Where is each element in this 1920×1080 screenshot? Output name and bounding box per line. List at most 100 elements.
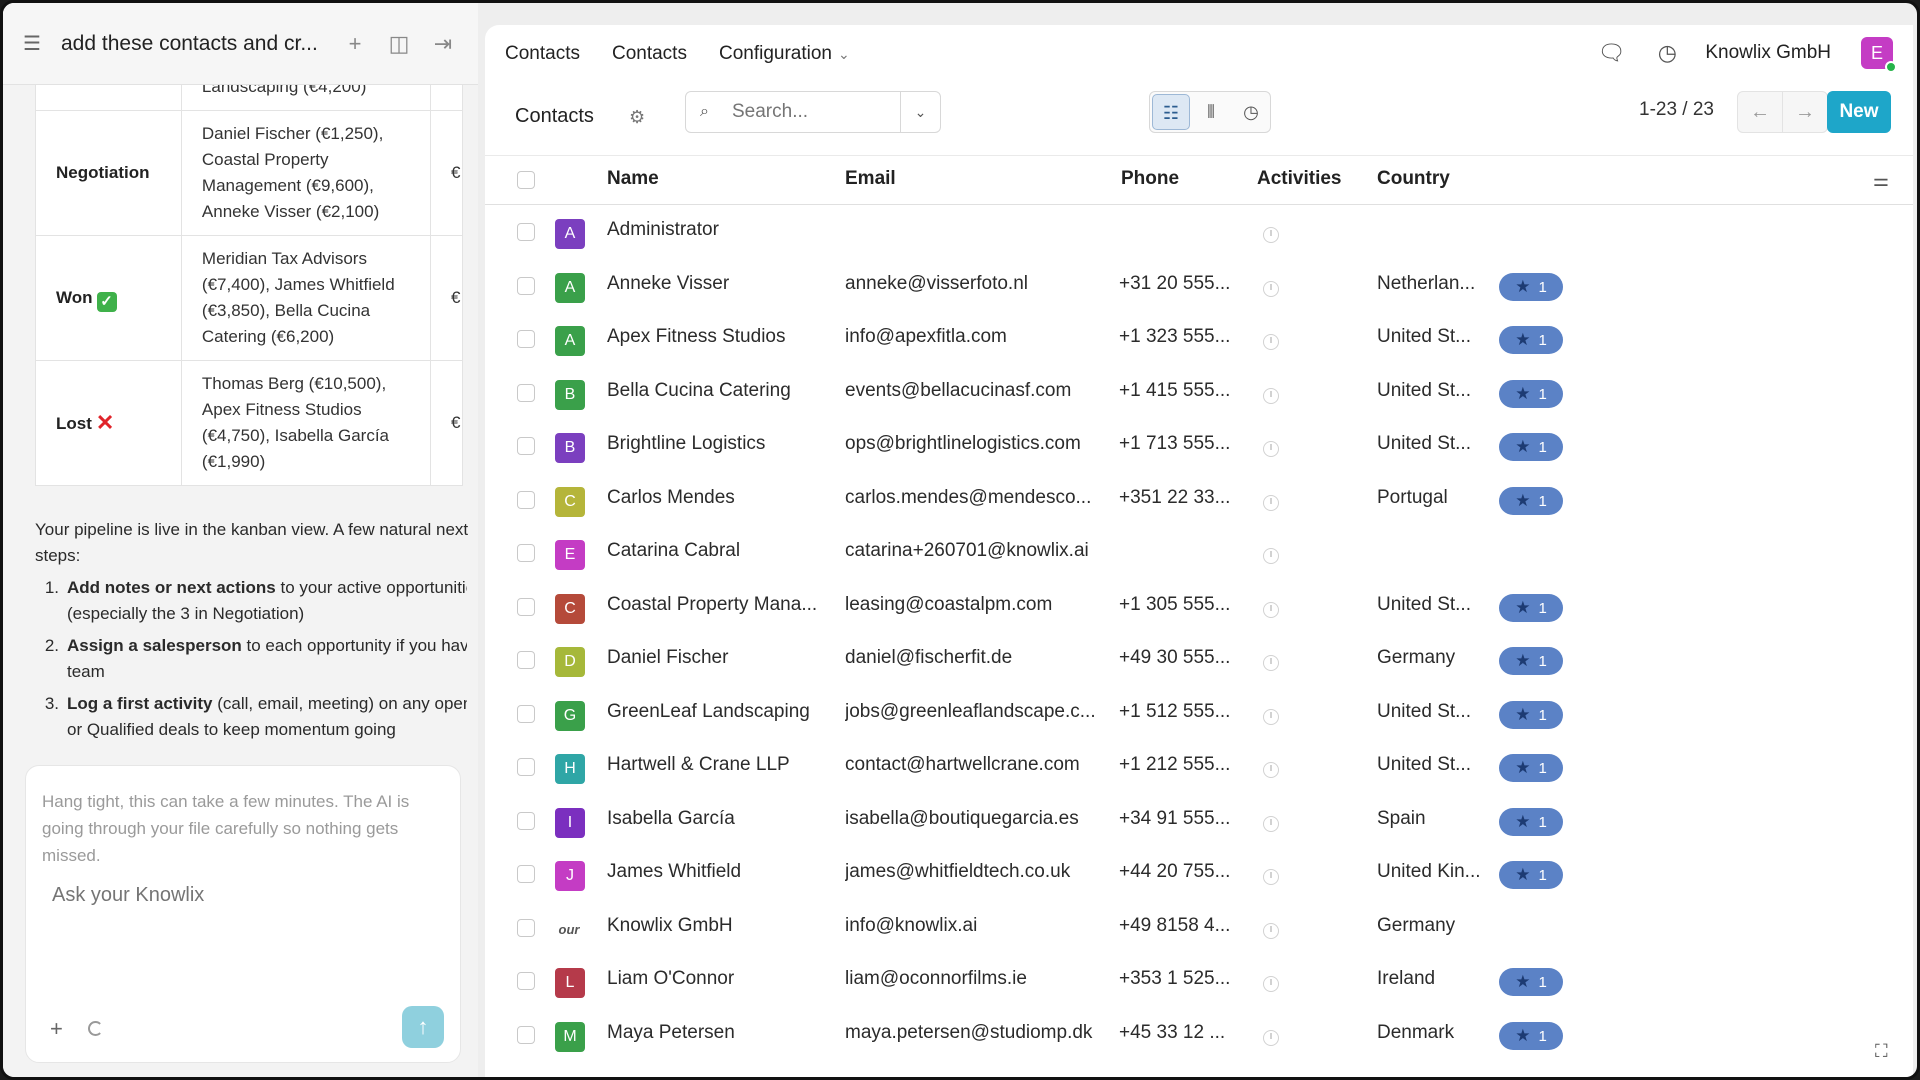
nav-app-contacts[interactable]: Contacts — [505, 43, 580, 65]
row-checkbox[interactable] — [517, 811, 535, 830]
pager-value[interactable]: 1-23 / 23 — [1639, 99, 1714, 121]
activity-clock-icon[interactable] — [1263, 601, 1279, 618]
opportunity-count: 1 — [1538, 867, 1547, 884]
row-checkbox[interactable] — [517, 758, 535, 776]
activity-clock-icon[interactable] — [1263, 280, 1279, 297]
activity-view-icon[interactable]: ◷ — [1232, 94, 1270, 130]
column-header-email[interactable]: Email — [845, 168, 896, 190]
contact-avatar: A — [555, 272, 585, 303]
activity-clock-icon[interactable] — [1263, 227, 1279, 243]
row-checkbox[interactable] — [517, 383, 535, 402]
chat-bubbles-icon[interactable]: 🗨 — [1597, 39, 1625, 67]
column-settings-icon[interactable]: ⚌ — [1873, 170, 1889, 191]
nav-configuration[interactable]: Configuration ⌄ — [719, 43, 850, 65]
opportunity-badge[interactable]: ★ 1 — [1499, 754, 1563, 782]
activity-clock-icon[interactable] — [1263, 334, 1279, 350]
table-row[interactable]: B Brightline Logistics ops@brightlinelogis… — [485, 419, 1913, 473]
list-view-icon[interactable]: ☷ — [1152, 94, 1190, 130]
row-checkbox[interactable] — [517, 544, 535, 562]
column-header-phone[interactable]: Phone — [1121, 168, 1179, 190]
row-checkbox[interactable] — [517, 330, 535, 348]
table-row[interactable]: B Bella Cucina Catering events@bellacucina… — [485, 366, 1913, 420]
arrow-left-icon[interactable]: ← — [1737, 91, 1783, 133]
activity-clock-icon[interactable] — [1263, 1029, 1279, 1046]
row-checkbox[interactable] — [517, 597, 535, 616]
table-row[interactable]: C Carlos Mendes carlos.mendes@mendesco... +… — [485, 473, 1913, 527]
activity-clock-icon[interactable] — [1263, 976, 1279, 992]
gear-icon[interactable]: ⚙ — [629, 107, 645, 128]
table-row[interactable]: A Apex Fitness Studios info@apexfitla.com +… — [485, 312, 1913, 366]
opportunity-badge[interactable]: ★ 1 — [1499, 968, 1563, 996]
activity-clock-icon[interactable] — [1263, 762, 1279, 778]
table-row[interactable]: G GreenLeaf Landscaping jobs@greenleafland… — [485, 687, 1913, 741]
row-checkbox[interactable] — [517, 972, 535, 990]
company-switcher[interactable]: Knowlix GmbH — [1705, 42, 1831, 64]
list-icon[interactable]: ☰ — [23, 32, 47, 56]
star-icon: ★ — [1515, 490, 1531, 510]
table-row[interactable]: J James Whitfield james@whitfieldtech.co.u… — [485, 847, 1913, 901]
table-row[interactable]: A Administrator — [485, 205, 1913, 259]
avatar[interactable]: E — [1861, 37, 1897, 73]
pipeline-deals: Daniel Fischer (€1,250), Coastal Propert… — [180, 110, 432, 236]
list-item: 3. Log a first activity (call, email, me… — [35, 691, 475, 743]
opportunity-badge[interactable]: ★ 1 — [1499, 272, 1563, 301]
send-button[interactable]: ↑ — [402, 1006, 444, 1048]
row-checkbox[interactable] — [517, 490, 535, 509]
activity-clock-icon[interactable] — [1263, 441, 1279, 457]
opportunity-badge[interactable]: ★ 1 — [1499, 433, 1563, 461]
column-header-activities[interactable]: Activities — [1257, 168, 1341, 190]
search-input[interactable] — [732, 101, 892, 123]
table-row[interactable]: C Coastal Property Mana... leasing@coastal… — [485, 580, 1913, 634]
opportunity-badge[interactable]: ★ 1 — [1499, 807, 1563, 836]
opportunity-badge[interactable]: ★ 1 — [1499, 1021, 1563, 1050]
star-icon: ★ — [1515, 276, 1531, 296]
row-checkbox[interactable] — [517, 276, 535, 295]
plus-icon[interactable]: + — [340, 29, 370, 59]
table-row[interactable]: D Daniel Fischer daniel@fischerfit.de +49 3… — [485, 633, 1913, 687]
activity-clock-icon[interactable] — [1263, 494, 1279, 511]
activity-clock-icon[interactable] — [1263, 387, 1279, 404]
search-options-chevron-icon[interactable]: ⌄ — [900, 92, 940, 132]
row-checkbox[interactable] — [517, 437, 535, 455]
activity-clock-icon[interactable] — [1263, 708, 1279, 725]
attach-plus-icon[interactable]: + — [50, 1016, 63, 1042]
kanban-view-icon[interactable]: ⫴ — [1192, 94, 1230, 130]
collapse-icon[interactable]: ⇥ — [428, 29, 458, 59]
table-row[interactable]: our Knowlix GmbH info@knowlix.ai +49 8158 4… — [485, 901, 1913, 955]
activity-clock-icon[interactable] — [1263, 655, 1279, 671]
opportunity-badge[interactable]: ★ 1 — [1499, 593, 1563, 622]
clock-icon[interactable]: ◷ — [1653, 39, 1681, 67]
activity-clock-icon[interactable] — [1263, 548, 1279, 564]
table-row[interactable]: E Catarina Cabral catarina+260701@knowlix.… — [485, 526, 1913, 580]
row-checkbox[interactable] — [517, 865, 535, 883]
opportunity-badge[interactable]: ★ 1 — [1499, 379, 1563, 408]
screen-capture-icon[interactable]: ⛶ — [1875, 1041, 1899, 1065]
opportunity-badge[interactable]: ★ 1 — [1499, 647, 1563, 675]
row-checkbox[interactable] — [517, 223, 535, 241]
row-checkbox[interactable] — [517, 918, 535, 937]
activity-clock-icon[interactable] — [1263, 922, 1279, 939]
new-button[interactable]: New — [1827, 91, 1891, 133]
opportunity-badge[interactable]: ★ 1 — [1499, 700, 1563, 729]
contact-name: James Whitfield — [607, 861, 742, 882]
row-checkbox[interactable] — [517, 704, 535, 723]
arrow-right-icon[interactable]: → — [1782, 91, 1828, 133]
table-row[interactable]: L Liam O'Connor liam@oconnorfilms.ie +353 1… — [485, 954, 1913, 1008]
activity-clock-icon[interactable] — [1263, 815, 1279, 832]
table-row[interactable]: M Maya Petersen maya.petersen@studiomp.dk +… — [485, 1008, 1913, 1062]
chat-input[interactable] — [52, 884, 432, 907]
row-checkbox[interactable] — [517, 1025, 535, 1044]
panel-toggle-icon[interactable]: ◫ — [384, 29, 414, 59]
opportunity-badge[interactable]: ★ 1 — [1499, 326, 1563, 354]
column-header-name[interactable]: Name — [607, 168, 659, 190]
nav-contacts[interactable]: Contacts — [612, 43, 687, 65]
opportunity-badge[interactable]: ★ 1 — [1499, 861, 1563, 889]
select-all-checkbox[interactable] — [517, 171, 535, 189]
table-row[interactable]: A Anneke Visser anneke@visserfoto.nl +31 20… — [485, 259, 1913, 313]
table-row[interactable]: H Hartwell & Crane LLP contact@hartwellcra… — [485, 740, 1913, 794]
column-header-country[interactable]: Country — [1377, 168, 1450, 190]
opportunity-badge[interactable]: ★ 1 — [1499, 486, 1563, 515]
row-checkbox[interactable] — [517, 651, 535, 669]
table-row[interactable]: I Isabella García isabella@boutiquegarcia.… — [485, 794, 1913, 848]
activity-clock-icon[interactable] — [1263, 869, 1279, 885]
